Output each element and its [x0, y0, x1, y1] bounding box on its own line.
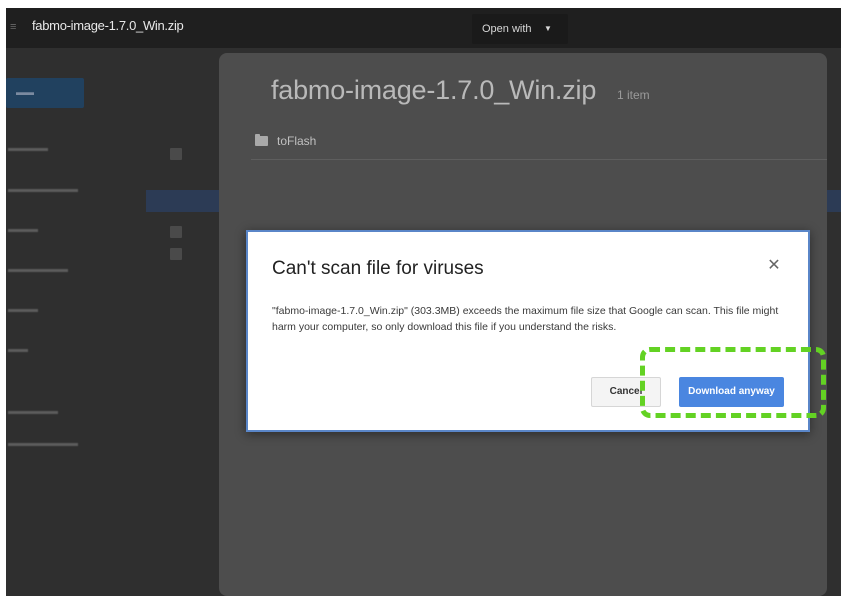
sidebar-item[interactable]: ▬▬▬▬: [8, 143, 48, 154]
sidebar-item[interactable]: ▬▬: [8, 344, 28, 355]
close-icon[interactable]: ✕: [764, 256, 784, 276]
new-button[interactable]: ▬▬: [6, 78, 84, 108]
cancel-button[interactable]: Cancel: [591, 377, 661, 407]
file-type-icon: [170, 248, 182, 260]
dialog-message: "fabmo-image-1.7.0_Win.zip" (303.3MB) ex…: [272, 305, 779, 333]
viewer-topbar: ≡ fabmo-image-1.7.0_Win.zip Open with ▼: [6, 8, 841, 48]
sidebar-item[interactable]: ▬▬▬: [8, 224, 38, 235]
zip-title: fabmo-image-1.7.0_Win.zip: [271, 75, 597, 105]
sidebar-item[interactable]: ▬▬▬▬▬▬▬: [8, 438, 78, 449]
sidebar-item[interactable]: ▬▬▬▬▬▬▬: [8, 184, 78, 195]
virus-scan-warning-dialog: Can't scan file for viruses ✕ "fabmo-ima…: [246, 230, 810, 432]
zip-item-count: 1 item: [617, 88, 650, 102]
folder-icon: [255, 134, 268, 146]
file-type-icon: [170, 226, 182, 238]
dialog-title: Can't scan file for viruses: [272, 258, 484, 279]
sidebar-item[interactable]: ▬▬▬▬▬: [8, 406, 58, 417]
caret-down-icon: ▼: [544, 24, 552, 33]
open-with-button[interactable]: Open with ▼: [472, 14, 568, 44]
sidebar-item[interactable]: ▬▬▬: [8, 304, 38, 315]
zip-item-row[interactable]: toFlash: [251, 125, 827, 160]
selected-row-highlight: [826, 190, 841, 212]
open-with-label: Open with: [482, 23, 532, 35]
drive-viewer-screen: ▬▬ ▬▬▬▬ ▬▬▬▬▬▬▬ ▬▬▬ ▬▬▬▬▬▬ ▬▬▬ ▬▬ ▬▬▬▬▬ …: [6, 8, 841, 596]
download-anyway-button[interactable]: Download anyway: [679, 377, 784, 407]
sidebar-item[interactable]: ▬▬▬▬▬▬: [8, 264, 68, 275]
file-type-icon: [170, 148, 182, 160]
menu-icon[interactable]: ≡: [10, 21, 18, 34]
file-title: fabmo-image-1.7.0_Win.zip: [32, 18, 184, 33]
zip-item-name: toFlash: [277, 134, 317, 148]
new-button-glyph: ▬▬: [16, 87, 34, 97]
